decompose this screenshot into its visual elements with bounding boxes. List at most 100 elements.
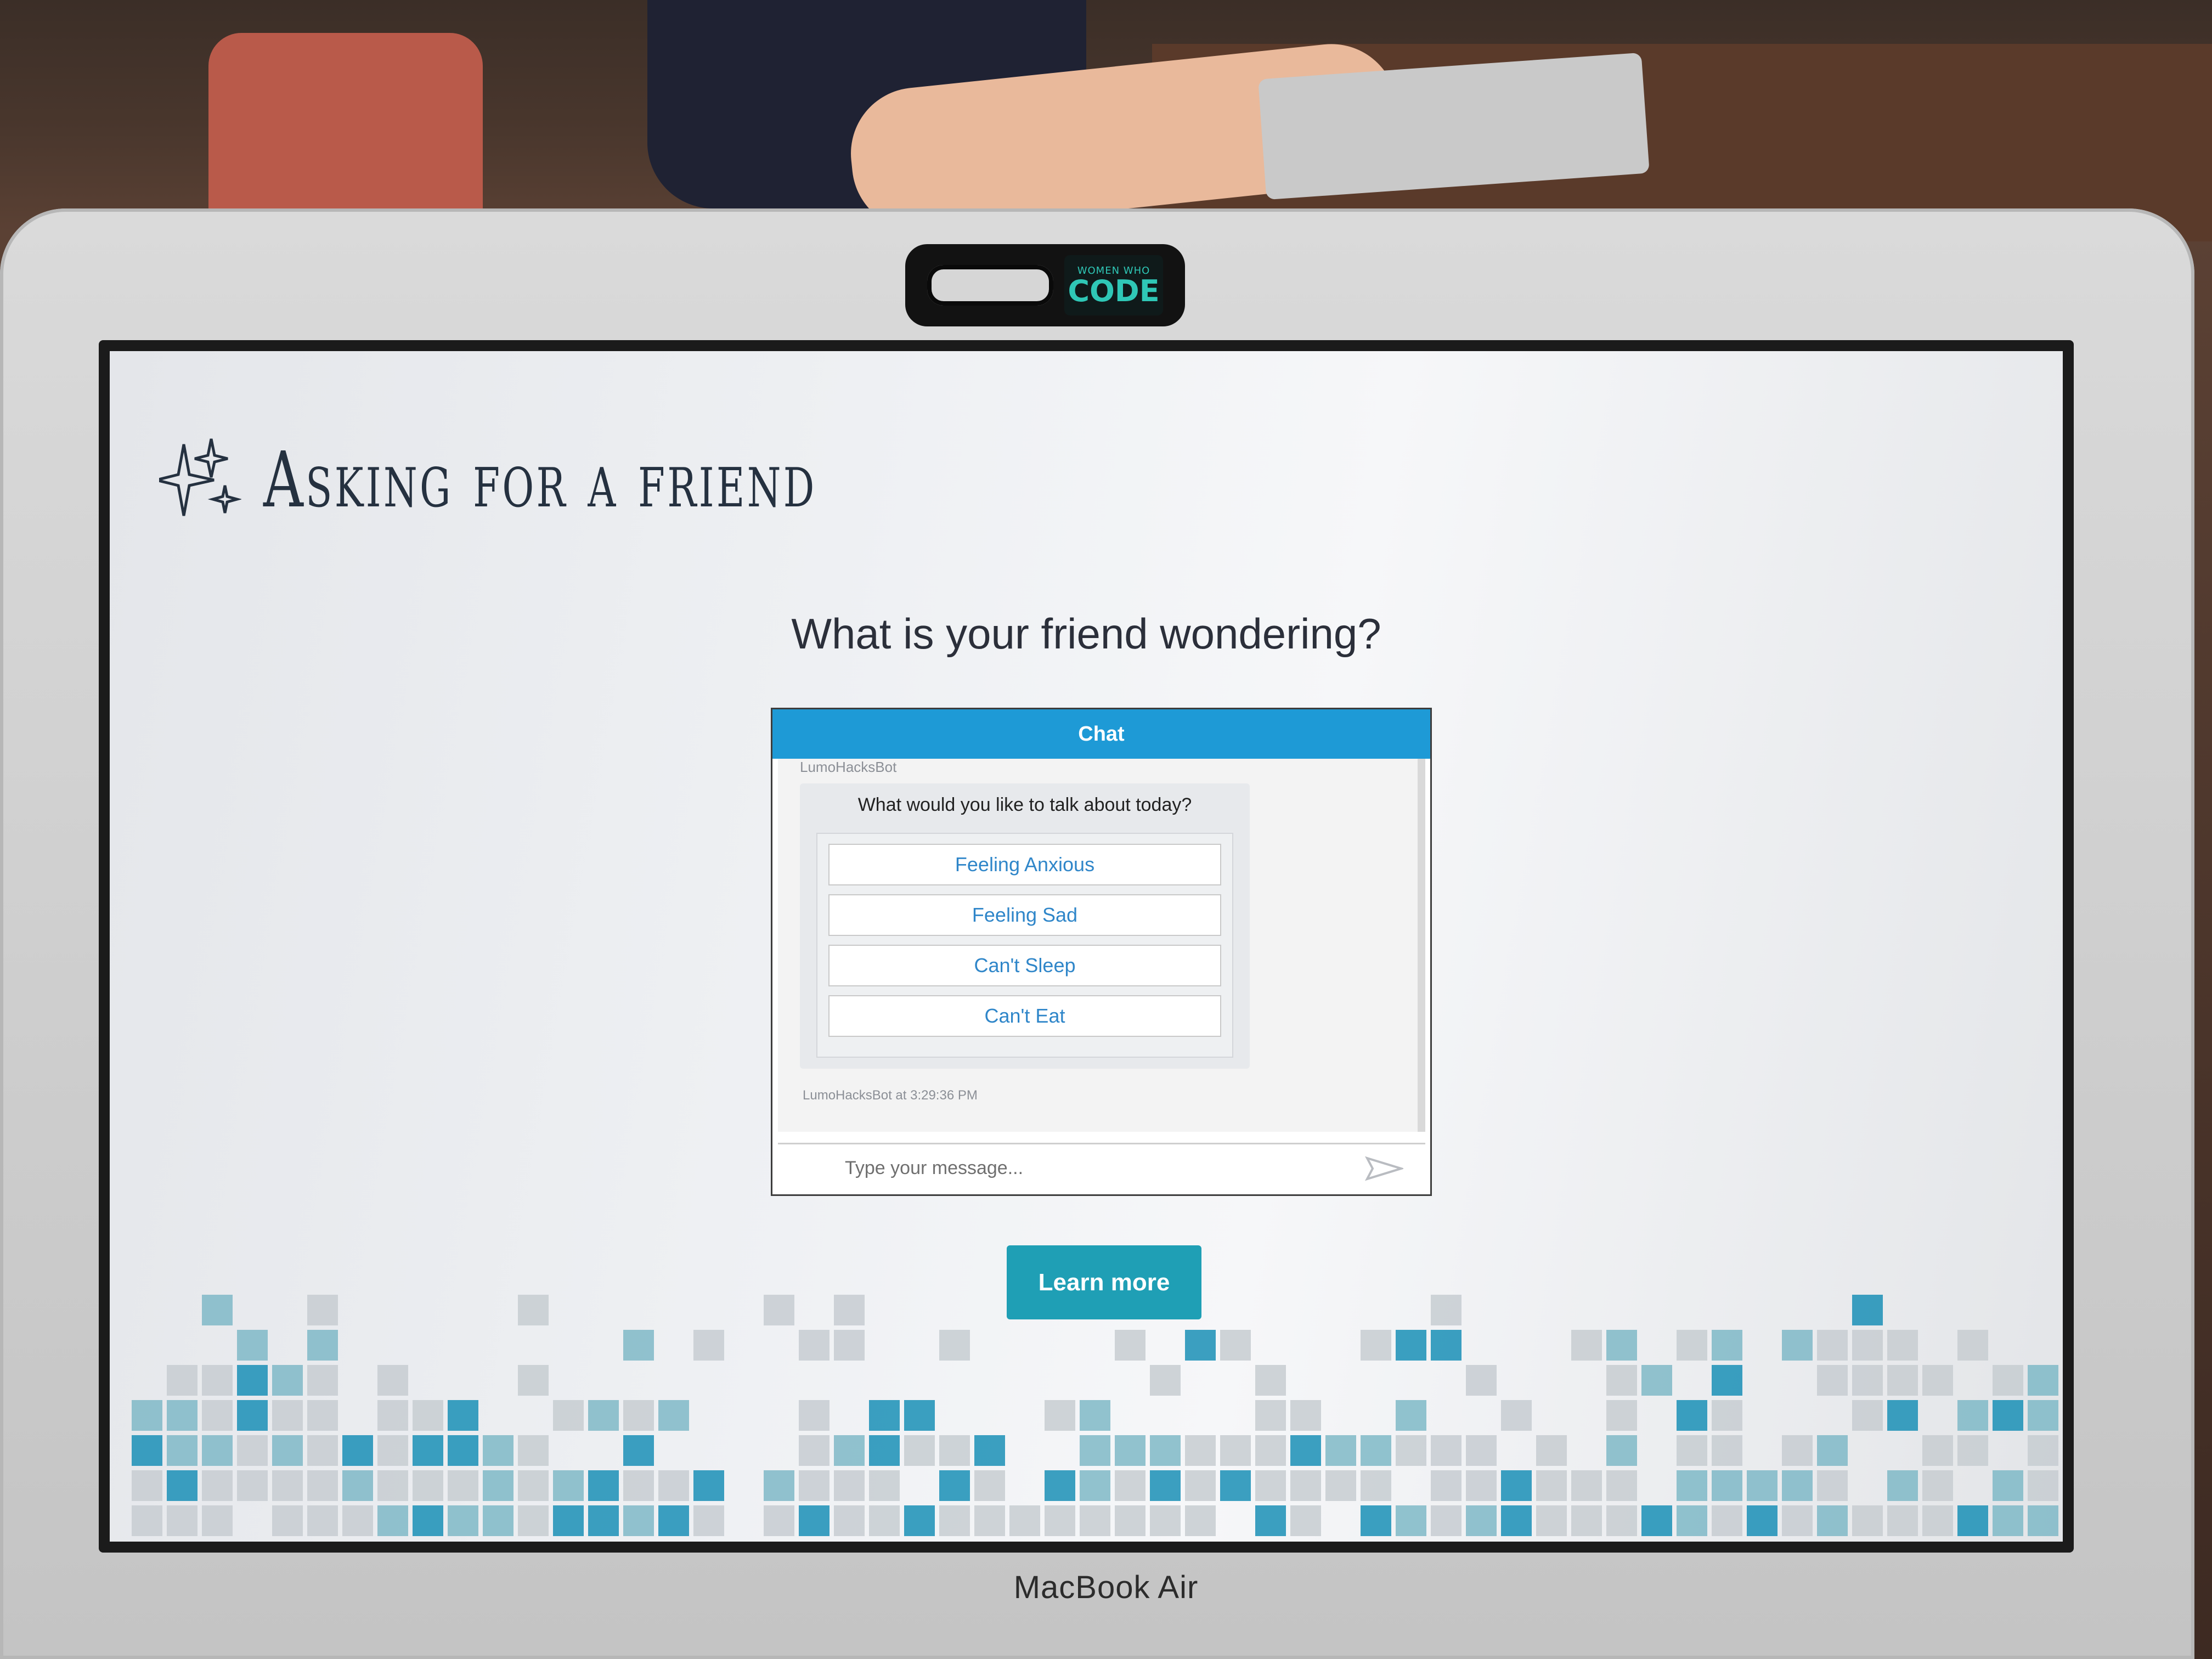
- mosaic-tile: [1606, 1505, 1637, 1536]
- mosaic-tile: [377, 1365, 408, 1396]
- mosaic-tile: [1817, 1365, 1848, 1396]
- mosaic-tile: [132, 1505, 162, 1536]
- mosaic-tile: [834, 1435, 865, 1466]
- mosaic-tile: [1641, 1505, 1672, 1536]
- mosaic-tile: [377, 1435, 408, 1466]
- mosaic-tile: [764, 1470, 794, 1501]
- mosaic-tile: [413, 1400, 443, 1431]
- mosaic-tile: [518, 1365, 549, 1396]
- mosaic-tile: [307, 1365, 338, 1396]
- message-input[interactable]: [844, 1157, 1359, 1180]
- mosaic-tile: [132, 1400, 162, 1431]
- mosaic-tile: [448, 1400, 478, 1431]
- send-icon: [1365, 1156, 1403, 1181]
- chat-message-area[interactable]: LumoHacksBot What would you like to talk…: [778, 759, 1425, 1132]
- mosaic-tile: [1080, 1470, 1110, 1501]
- mosaic-tile: [623, 1505, 654, 1536]
- mosaic-tile: [1606, 1435, 1637, 1466]
- mosaic-tile: [1185, 1505, 1216, 1536]
- logo-wordmark: Asking for a friend: [263, 435, 817, 525]
- mosaic-tile: [834, 1470, 865, 1501]
- mosaic-tile: [1606, 1330, 1637, 1361]
- mosaic-tile: [1255, 1365, 1286, 1396]
- mosaic-tile: [1325, 1435, 1356, 1466]
- mosaic-tile: [1852, 1505, 1883, 1536]
- mosaic-tile: [1712, 1470, 1742, 1501]
- mosaic-tile: [132, 1470, 162, 1501]
- mosaic-tile: [658, 1400, 689, 1431]
- red-chair: [208, 33, 483, 219]
- mosaic-tile: [553, 1470, 584, 1501]
- mosaic-tile: [1606, 1470, 1637, 1501]
- mosaic-tile: [1431, 1505, 1462, 1536]
- mosaic-tile: [1361, 1330, 1391, 1361]
- mosaic-tile: [974, 1435, 1005, 1466]
- mosaic-tile: [1255, 1505, 1286, 1536]
- message-sender: LumoHacksBot: [800, 759, 897, 775]
- option-cant-sleep[interactable]: Can't Sleep: [828, 945, 1221, 986]
- mosaic-tile: [1782, 1435, 1813, 1466]
- browser-viewport: Asking for a friend What is your friend …: [110, 351, 2063, 1542]
- mosaic-tile: [307, 1400, 338, 1431]
- mosaic-tile: [448, 1435, 478, 1466]
- mosaic-tile: [377, 1505, 408, 1536]
- message-timestamp: LumoHacksBot at 3:29:36 PM: [803, 1088, 978, 1103]
- mosaic-tile: [1396, 1400, 1426, 1431]
- mosaic-tile: [1361, 1470, 1391, 1501]
- mosaic-tile: [1466, 1435, 1497, 1466]
- send-button[interactable]: [1359, 1149, 1409, 1188]
- mosaic-tile: [272, 1470, 303, 1501]
- mosaic-tile: [1712, 1435, 1742, 1466]
- mosaic-tile: [202, 1435, 233, 1466]
- mosaic-tile: [623, 1400, 654, 1431]
- mosaic-tile: [1185, 1435, 1216, 1466]
- mosaic-tile: [1887, 1365, 1918, 1396]
- mosaic-tile: [483, 1435, 514, 1466]
- mosaic-tile: [693, 1330, 724, 1361]
- mosaic-tile: [1817, 1470, 1848, 1501]
- mosaic-tile: [1712, 1505, 1742, 1536]
- mosaic-tile: [1009, 1505, 1040, 1536]
- mosaic-tile: [1993, 1470, 2023, 1501]
- mosaic-tile: [1782, 1330, 1813, 1361]
- mosaic-tile: [1185, 1470, 1216, 1501]
- mosaic-tile: [1290, 1400, 1321, 1431]
- mosaic-tile: [1712, 1365, 1742, 1396]
- mosaic-tile: [237, 1400, 268, 1431]
- chat-input-row: [778, 1143, 1425, 1192]
- mosaic-tile: [1747, 1505, 1778, 1536]
- mosaic-tile: [1466, 1505, 1497, 1536]
- mosaic-tile: [799, 1470, 830, 1501]
- mosaic-tile: [413, 1435, 443, 1466]
- mosaic-tile: [904, 1435, 935, 1466]
- mosaic-tile: [518, 1295, 549, 1325]
- mosaic-tile: [974, 1470, 1005, 1501]
- option-cant-eat[interactable]: Can't Eat: [828, 995, 1221, 1037]
- mosaic-tile: [1045, 1470, 1075, 1501]
- mosaic-tile: [518, 1505, 549, 1536]
- option-feeling-sad[interactable]: Feeling Sad: [828, 894, 1221, 936]
- mosaic-tile: [1150, 1505, 1181, 1536]
- mosaic-tile: [1677, 1400, 1707, 1431]
- mosaic-tile: [448, 1505, 478, 1536]
- mosaic-tile: [413, 1505, 443, 1536]
- mosaic-tile: [1536, 1435, 1567, 1466]
- site-logo[interactable]: Asking for a friend: [159, 433, 1032, 527]
- mosaic-tile: [939, 1435, 970, 1466]
- mosaic-tile: [799, 1400, 830, 1431]
- mosaic-tile: [1361, 1435, 1391, 1466]
- mosaic-tile: [799, 1330, 830, 1361]
- quick-reply-options: Feeling Anxious Feeling Sad Can't Sleep …: [816, 833, 1233, 1058]
- mosaic-tile: [483, 1505, 514, 1536]
- mosaic-tile: [1255, 1400, 1286, 1431]
- option-feeling-anxious[interactable]: Feeling Anxious: [828, 844, 1221, 885]
- mosaic-tile: [939, 1330, 970, 1361]
- mosaic-tile: [1606, 1400, 1637, 1431]
- mosaic-tile: [448, 1470, 478, 1501]
- mosaic-tile: [1782, 1470, 1813, 1501]
- mosaic-tile: [237, 1330, 268, 1361]
- mosaic-tile: [764, 1295, 794, 1325]
- mosaic-tile: [202, 1505, 233, 1536]
- mosaic-tile: [588, 1505, 619, 1536]
- mosaic-tile: [834, 1330, 865, 1361]
